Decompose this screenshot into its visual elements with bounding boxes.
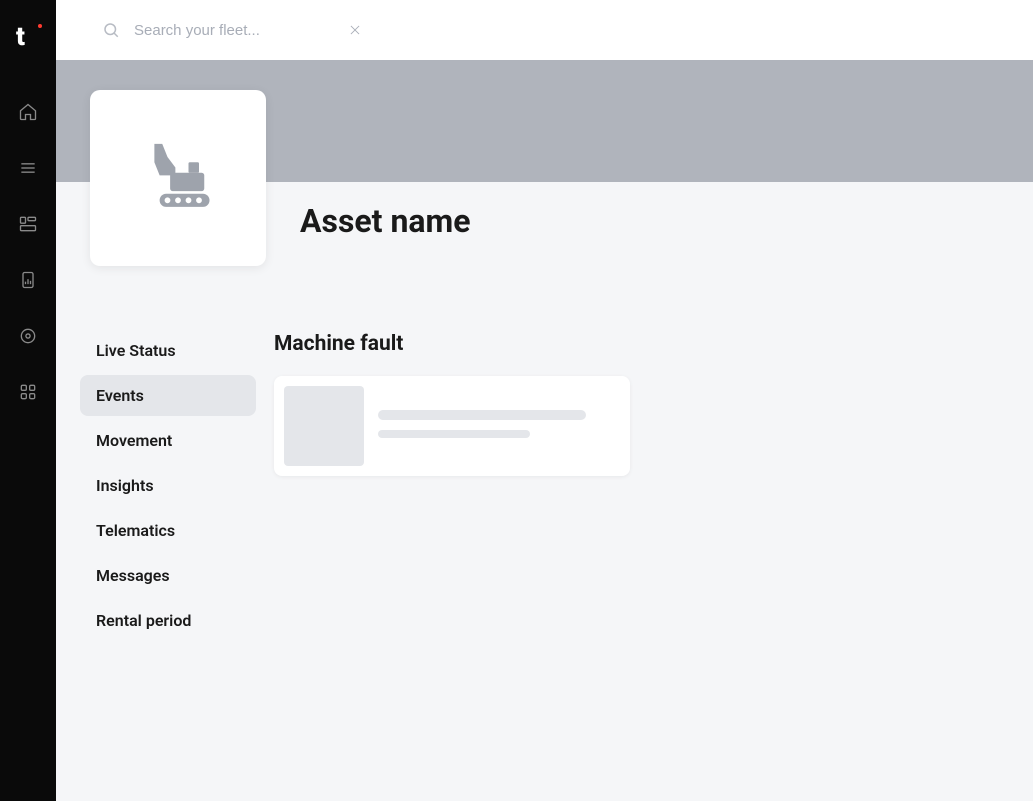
tab-events[interactable]: Events [80,375,256,416]
nav-home[interactable] [0,84,56,140]
nav-rail: t [0,0,56,801]
nav-location[interactable] [0,308,56,364]
nav-list[interactable] [0,140,56,196]
list-icon [18,158,38,178]
home-icon [18,102,38,122]
excavator-icon [136,136,220,220]
asset-title: Asset name [300,202,471,266]
skeleton-line-1 [378,410,586,420]
location-icon [18,326,38,346]
nav-dashboard[interactable] [0,196,56,252]
tab-messages[interactable]: Messages [80,555,256,596]
detail-panel: Machine fault [274,330,1009,645]
asset-image-card [90,90,266,266]
report-icon [18,270,38,290]
tab-insights[interactable]: Insights [80,465,256,506]
search-input[interactable] [134,22,334,39]
skeleton-lines [378,386,620,438]
dashboard-icon [18,214,38,234]
tab-live-status[interactable]: Live Status [80,330,256,371]
skeleton-line-2 [378,430,530,438]
nav-apps[interactable] [0,364,56,420]
asset-tabs: Live Status Events Movement Insights Tel… [80,330,256,645]
content-scroll: Asset name Live Status Events Movement I… [56,60,1033,801]
nav-report[interactable] [0,252,56,308]
search-wrap [102,21,362,39]
asset-header: Asset name [56,90,1033,266]
clear-search-icon[interactable] [348,23,362,37]
search-icon [102,21,120,39]
tab-movement[interactable]: Movement [80,420,256,461]
tab-telematics[interactable]: Telematics [80,510,256,551]
main-area: Asset name Live Status Events Movement I… [56,0,1033,801]
app-logo: t [16,24,40,48]
detail-section-title: Machine fault [274,332,1009,356]
body-row: Live Status Events Movement Insights Tel… [56,306,1033,645]
skeleton-thumb [284,386,364,466]
topbar [56,0,1033,60]
skeleton-card [274,376,630,476]
tab-rental-period[interactable]: Rental period [80,600,256,641]
grid-icon [18,382,38,402]
